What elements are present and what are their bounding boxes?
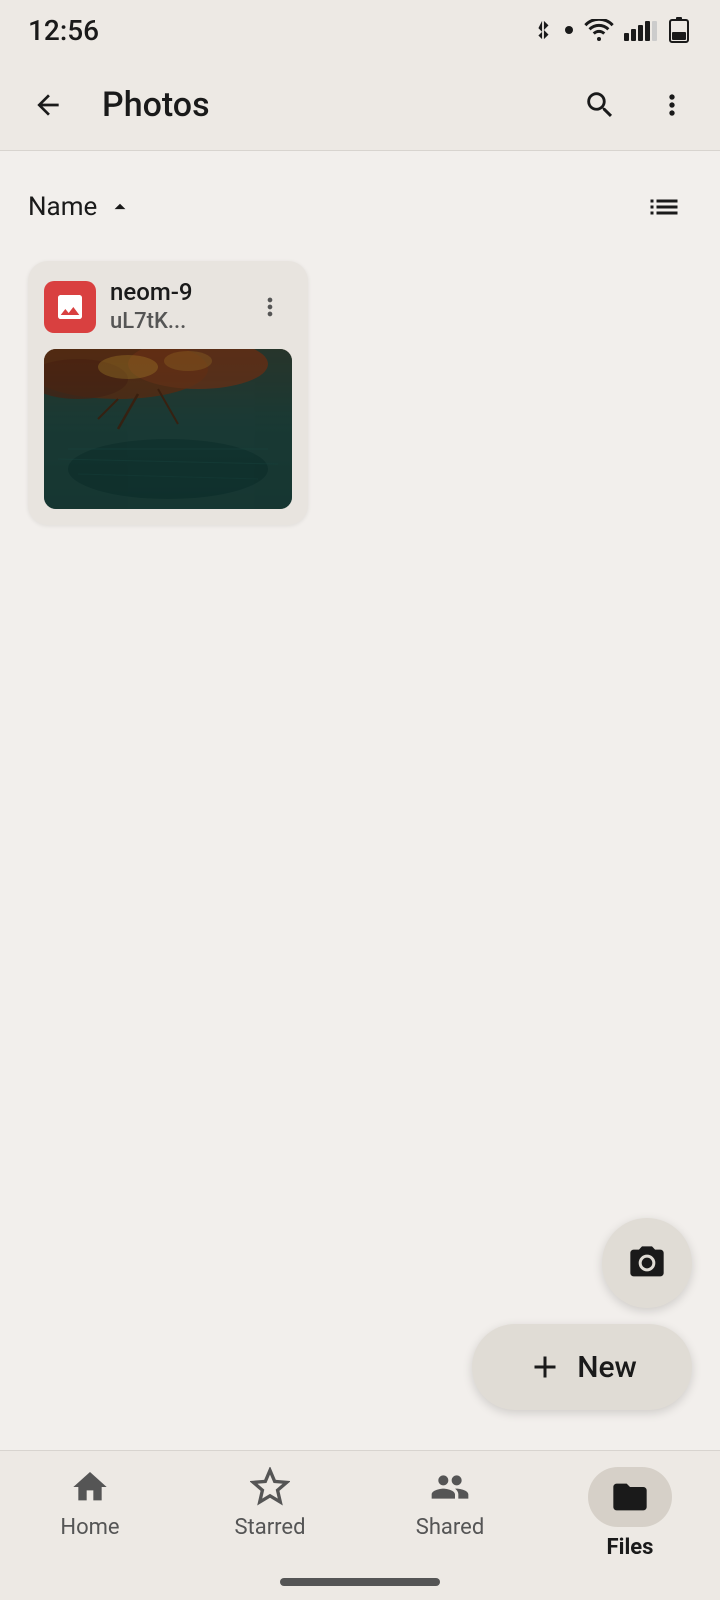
new-fab-button[interactable]: New (472, 1324, 692, 1410)
fab-area: New (472, 1218, 692, 1410)
home-indicator (280, 1578, 440, 1586)
nav-label-files: Files (607, 1535, 654, 1560)
status-icons (532, 16, 692, 44)
sort-label-text: Name (28, 192, 97, 222)
file-name-line2: uL7tK... (110, 308, 248, 337)
camera-fab-button[interactable] (602, 1218, 692, 1308)
nav-active-highlight (588, 1467, 672, 1527)
shared-icon (430, 1467, 470, 1507)
nav-item-home[interactable]: Home (0, 1467, 180, 1540)
file-type-icon (44, 281, 96, 333)
search-icon (583, 88, 617, 122)
signal-bars-icon (624, 19, 658, 41)
content-area: neom-9 uL7tK... (0, 251, 720, 535)
plus-icon (527, 1349, 563, 1385)
file-name-line1: neom-9 (110, 277, 248, 308)
back-button[interactable] (20, 77, 76, 133)
sort-asc-icon (107, 194, 133, 220)
battery-icon (668, 16, 692, 44)
nav-label-shared: Shared (416, 1515, 484, 1540)
file-card-header: neom-9 uL7tK... (44, 277, 292, 337)
top-bar: Photos (0, 60, 720, 150)
bluetooth-icon (532, 16, 554, 44)
list-view-icon (646, 189, 682, 225)
signal-dot-icon (564, 25, 574, 35)
nav-item-starred[interactable]: Starred (180, 1467, 360, 1540)
file-thumbnail (44, 349, 292, 509)
more-vert-icon (656, 89, 688, 121)
list-view-button[interactable] (636, 179, 692, 235)
files-icon (610, 1477, 650, 1517)
search-button[interactable] (572, 77, 628, 133)
camera-icon (627, 1243, 667, 1283)
new-fab-label: New (577, 1350, 637, 1385)
status-time: 12:56 (28, 14, 99, 47)
more-options-button[interactable] (644, 77, 700, 133)
more-vert-icon (256, 293, 284, 321)
home-icon (70, 1467, 110, 1507)
nav-label-starred: Starred (234, 1515, 305, 1540)
wifi-icon (584, 19, 614, 41)
nav-item-files[interactable]: Files (540, 1467, 720, 1560)
file-menu-button[interactable] (248, 285, 292, 329)
sort-bar: Name (0, 151, 720, 251)
nav-item-shared[interactable]: Shared (360, 1467, 540, 1540)
page-title: Photos (102, 85, 556, 125)
file-card[interactable]: neom-9 uL7tK... (28, 261, 308, 525)
nav-label-home: Home (60, 1515, 119, 1540)
status-bar: 12:56 (0, 0, 720, 60)
sort-button[interactable]: Name (28, 192, 133, 222)
star-icon (250, 1467, 290, 1507)
